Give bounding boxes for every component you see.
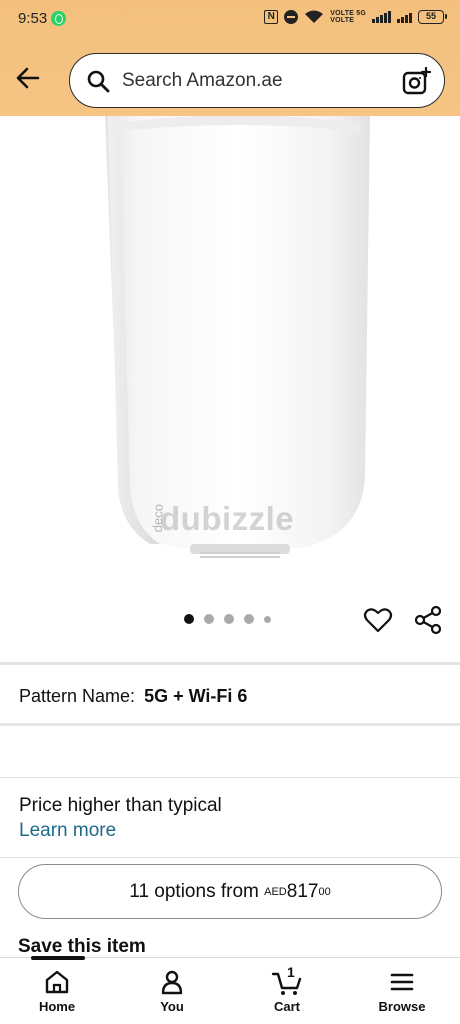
wishlist-heart-icon[interactable]	[363, 605, 393, 635]
pattern-name-row: Pattern Name: 5G + Wi-Fi 6	[19, 686, 247, 707]
pattern-name-value: 5G + Wi-Fi 6	[144, 686, 248, 706]
volte-indicator: VOLTE 5G VOLTE	[330, 10, 366, 24]
share-icon[interactable]	[413, 605, 443, 635]
signal-icon-2	[397, 11, 412, 23]
image-carousel-dots[interactable]	[184, 614, 271, 624]
status-time: 9:53	[18, 10, 48, 27]
nav-you[interactable]: You	[132, 968, 212, 1014]
buying-options-button[interactable]: 11 options from AED 817 00	[18, 864, 442, 919]
search-bar[interactable]	[69, 53, 445, 108]
whatsapp-icon	[51, 11, 66, 26]
section-divider	[0, 857, 460, 858]
section-divider	[0, 662, 460, 665]
status-bar: 9:53 N VOLTE 5G VOLTE 55	[0, 0, 460, 40]
camera-lens-icon[interactable]	[402, 66, 432, 95]
cart-count-badge: 1	[287, 964, 295, 980]
home-icon	[43, 968, 71, 996]
top-header: 9:53 N VOLTE 5G VOLTE 55	[0, 0, 460, 116]
options-prefix: 11 options from	[129, 880, 265, 902]
watermark-text: dubizzle	[160, 500, 295, 537]
carousel-dot[interactable]	[264, 615, 271, 623]
notification-n-icon: N	[264, 10, 279, 24]
battery-icon: 55	[418, 10, 447, 24]
learn-more-link[interactable]: Learn more	[19, 820, 116, 842]
search-icon	[86, 69, 110, 93]
nav-cart-label: Cart	[273, 999, 300, 1014]
wifi-icon	[304, 10, 324, 24]
options-price: 817	[286, 880, 319, 902]
carousel-dot[interactable]	[224, 614, 234, 624]
product-image[interactable]: deco dubizzle	[0, 116, 460, 596]
back-arrow-icon[interactable]	[12, 62, 44, 94]
pattern-name-label: Pattern Name:	[19, 686, 136, 706]
nav-home-label: Home	[38, 999, 76, 1014]
options-price-fraction: 00	[318, 885, 331, 898]
nav-browse-label: Browse	[378, 999, 426, 1014]
user-icon	[158, 968, 186, 996]
signal-icon	[372, 11, 391, 23]
section-divider	[0, 777, 460, 778]
nav-cart[interactable]: 1 Cart	[247, 964, 327, 1014]
nav-browse[interactable]: Browse	[362, 968, 442, 1014]
bottom-navigation: Home You 1 Cart Browse	[0, 957, 460, 1024]
do-not-disturb-icon	[284, 10, 299, 24]
options-currency: AED	[264, 885, 287, 898]
save-item-heading[interactable]: Save this item	[18, 936, 146, 958]
active-nav-indicator	[31, 956, 85, 960]
cart-icon: 1	[271, 964, 302, 996]
carousel-dot[interactable]	[184, 614, 194, 624]
section-divider	[0, 723, 460, 726]
status-icons: N VOLTE 5G VOLTE 55	[264, 10, 447, 24]
carousel-dot[interactable]	[204, 614, 214, 624]
menu-icon	[388, 968, 416, 996]
nav-you-label: You	[160, 999, 184, 1014]
carousel-dot[interactable]	[244, 614, 254, 624]
price-note: Price higher than typical	[19, 795, 222, 816]
nav-home[interactable]: Home	[17, 968, 97, 1014]
search-input[interactable]	[122, 68, 392, 94]
